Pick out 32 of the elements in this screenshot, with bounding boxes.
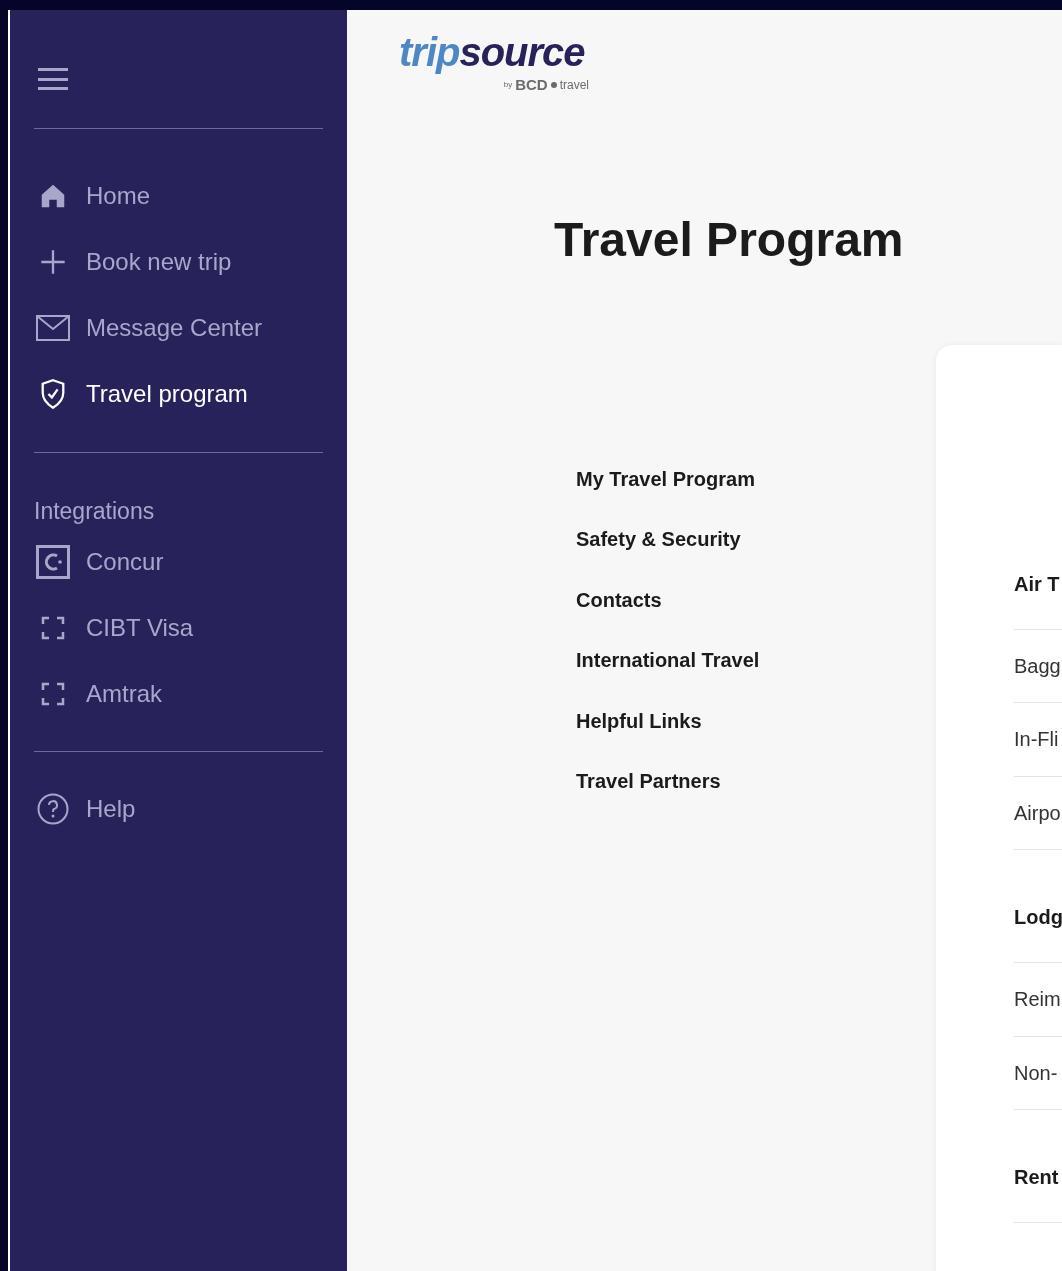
section-link[interactable]: Travel Partners [576, 767, 936, 828]
section-link[interactable]: My Travel Program [576, 464, 936, 525]
menu-icon[interactable] [38, 68, 68, 90]
integration-item[interactable]: Concur [34, 529, 323, 595]
frame-icon [41, 616, 65, 640]
page-title: Travel Program [554, 211, 904, 268]
nav-item[interactable]: Home [34, 163, 323, 229]
envelope-icon [36, 315, 70, 341]
list-row[interactable]: Reim [1014, 963, 1062, 1037]
list-row[interactable]: In-Fli [1014, 703, 1062, 777]
frame-icon [41, 682, 65, 706]
section-link[interactable]: Contacts [576, 585, 936, 646]
integration-item[interactable]: CIBT Visa [34, 595, 323, 661]
nav-item[interactable]: Book new trip [34, 229, 323, 295]
help-item[interactable]: Help [34, 776, 323, 842]
section-link[interactable]: Helpful Links [576, 706, 936, 767]
list-row[interactable]: Airpo [1014, 776, 1062, 850]
section-heading: Integrations [34, 497, 156, 526]
section-heading: Rent [1014, 1163, 1062, 1223]
section-heading: Air T [1014, 569, 1062, 630]
list-row[interactable]: Bagg [1014, 629, 1062, 703]
nav-item[interactable]: Message Center [34, 295, 323, 361]
concur-icon [36, 545, 70, 579]
nav-item[interactable]: Travel program [34, 361, 323, 427]
integration-item[interactable]: Amtrak [34, 661, 323, 727]
section-heading: Lodg [1014, 903, 1062, 963]
list-row[interactable]: Non- [1014, 1036, 1062, 1110]
shield-check-icon [39, 378, 67, 410]
plus-icon [39, 248, 67, 276]
section-link[interactable]: International Travel [576, 646, 936, 707]
help-icon [37, 793, 69, 825]
section-link[interactable]: Safety & Security [576, 525, 936, 586]
